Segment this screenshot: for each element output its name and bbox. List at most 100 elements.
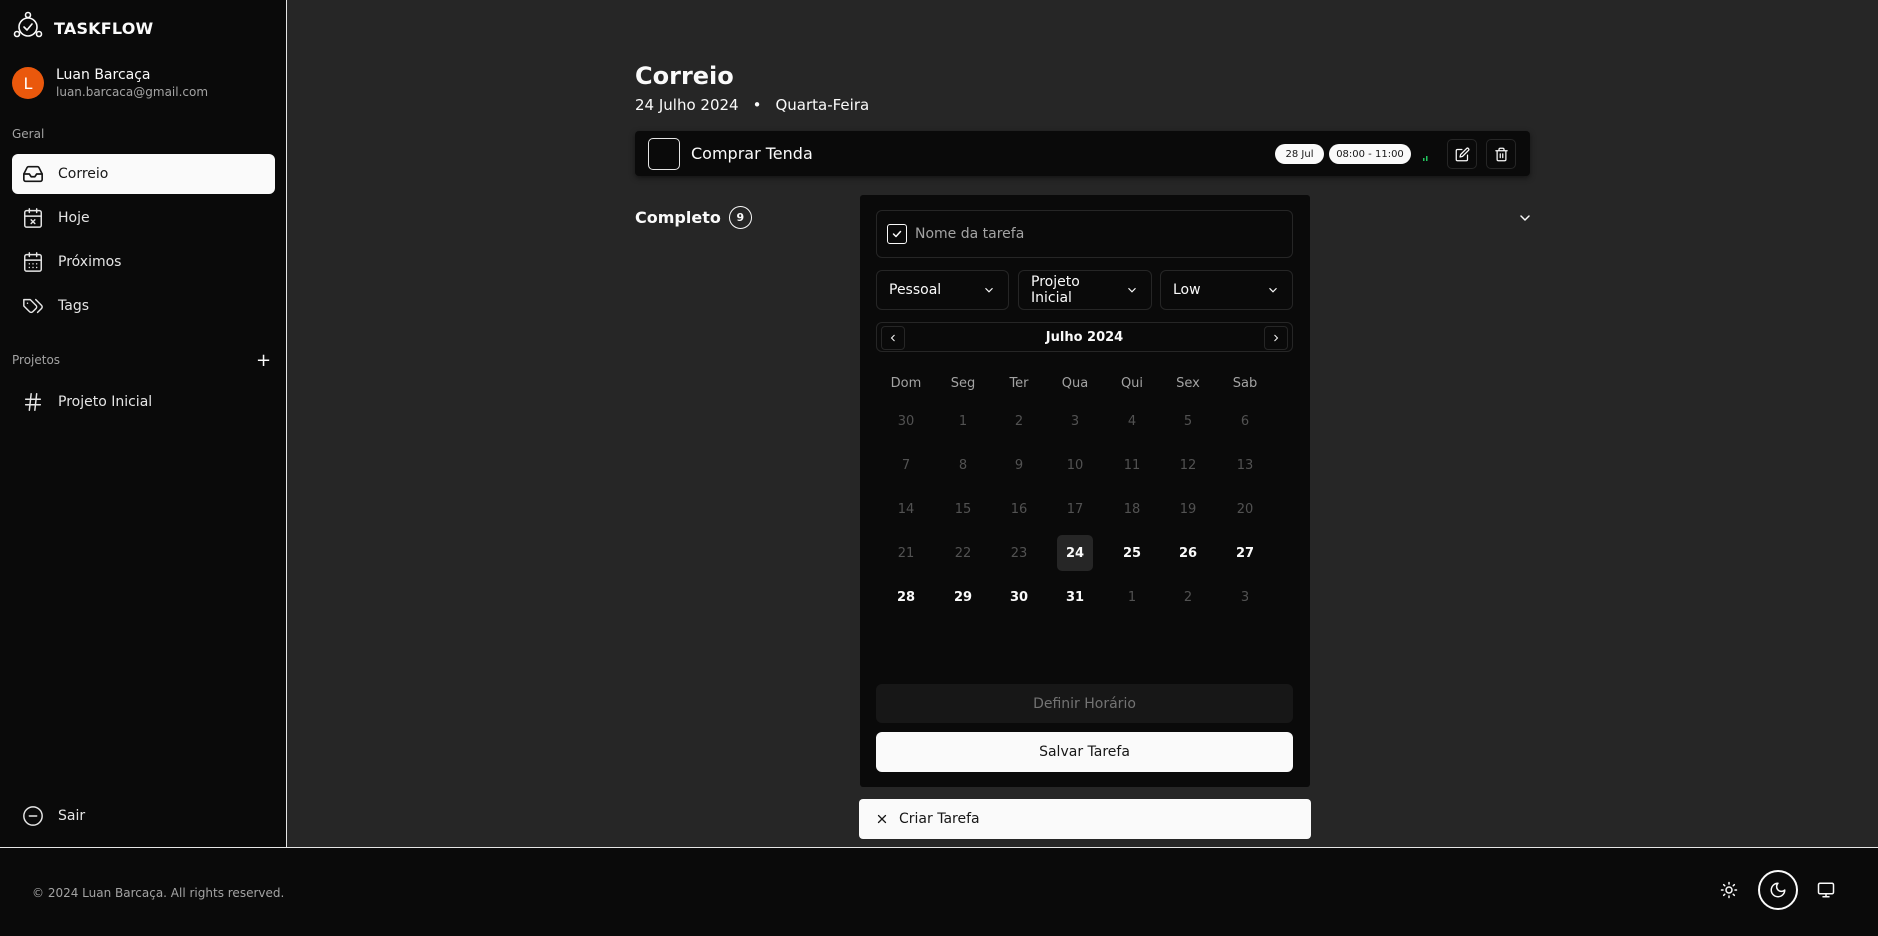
create-task-label: Criar Tarefa: [899, 811, 980, 827]
task-row[interactable]: Comprar Tenda 28 Jul 08:00 - 11:00: [635, 131, 1530, 176]
calendar-day: 1: [1127, 589, 1137, 605]
sidebar-item-tags[interactable]: Tags: [12, 286, 275, 326]
weekday-label: Dom: [890, 376, 922, 391]
avatar: L: [12, 67, 44, 99]
calendar-day[interactable]: 25: [1114, 535, 1150, 571]
save-task-button[interactable]: Salvar Tarefa: [876, 732, 1293, 772]
project-select[interactable]: Projeto Inicial: [1018, 270, 1152, 310]
completed-label: Completo: [635, 208, 721, 227]
checkbox-icon: [887, 224, 907, 244]
calendar-day: 2: [1183, 589, 1193, 605]
task-checkbox[interactable]: [648, 138, 680, 170]
date-separator: •: [752, 96, 762, 114]
weekday-label: Qui: [1120, 376, 1144, 391]
user-email: luan.barcaca@gmail.com: [56, 85, 209, 99]
calendar-day: 20: [1236, 501, 1254, 517]
calendar-day[interactable]: 31: [1057, 579, 1093, 615]
task-name: Comprar Tenda: [691, 144, 813, 163]
weekday-label: Ter: [1009, 376, 1029, 391]
system-theme-button[interactable]: [1806, 870, 1846, 910]
weekday-label: Seg: [950, 376, 976, 391]
sidebar: TASKFLOW L Luan Barcaça luan.barcaca@gma…: [0, 0, 287, 847]
calendar-day: 12: [1179, 457, 1197, 473]
calendar-month-title: Julho 2024: [1045, 330, 1124, 345]
task-name-placeholder: Nome da tarefa: [915, 226, 1025, 242]
calendar-day[interactable]: 28: [888, 579, 924, 615]
sun-icon: [1720, 881, 1738, 899]
weekday-label: Qua: [1061, 376, 1089, 391]
logout-button[interactable]: Sair: [12, 796, 275, 836]
calendar-day: 7: [901, 457, 911, 473]
chevron-right-icon: [1274, 334, 1279, 342]
category-select[interactable]: Pessoal: [876, 270, 1009, 310]
calendar-day: 5: [1183, 413, 1193, 429]
calendar-header: Julho 2024: [876, 322, 1293, 352]
sidebar-item-label: Projeto Inicial: [58, 394, 153, 410]
user-name: Luan Barcaça: [56, 67, 151, 83]
calendar-day: 14: [897, 501, 915, 517]
calendar-day: 6: [1240, 413, 1250, 429]
priority-signal-icon: [1423, 156, 1428, 161]
calendar-day: 18: [1123, 501, 1141, 517]
sidebar-item-hoje[interactable]: Hoje: [12, 198, 275, 238]
chevron-down-icon: [1128, 287, 1136, 293]
page-date: 24 Julho 2024 • Quarta-Feira: [635, 96, 869, 114]
calendar-x-icon: [24, 208, 42, 228]
create-task-popup: Nome da tarefa Pessoal Projeto Inicial L…: [860, 195, 1310, 787]
calendar-day[interactable]: 26: [1170, 535, 1206, 571]
date-text: 24 Julho 2024: [635, 96, 739, 114]
copyright-text: © 2024 Luan Barcaça. All rights reserved…: [32, 886, 285, 900]
footer: © 2024 Luan Barcaça. All rights reserved…: [0, 847, 1878, 936]
weekday-label: Sex: [1176, 376, 1200, 391]
calendar-day: 17: [1066, 501, 1084, 517]
weekday-text: Quarta-Feira: [775, 96, 870, 114]
light-theme-button[interactable]: [1709, 870, 1749, 910]
calendar-day: 11: [1123, 457, 1141, 473]
weekday-label: Sab: [1232, 376, 1258, 391]
calendar-day: 13: [1236, 457, 1254, 473]
calendar-day[interactable]: 27: [1227, 535, 1263, 571]
define-time-button[interactable]: Definir Horário: [876, 684, 1293, 723]
chevron-down-icon[interactable]: [1517, 210, 1533, 226]
calendar-day[interactable]: 30: [1001, 579, 1037, 615]
edit-task-button[interactable]: [1447, 139, 1477, 169]
calendar-day: 1: [958, 413, 968, 429]
calendar-day: 23: [1010, 545, 1028, 561]
completed-count-badge: 9: [728, 206, 752, 229]
hash-icon: [24, 393, 42, 411]
taskflow-logo-icon: [12, 10, 44, 46]
sidebar-item-proximos[interactable]: Próximos: [12, 242, 275, 282]
priority-select[interactable]: Low: [1160, 270, 1293, 310]
user-profile[interactable]: L Luan Barcaça luan.barcaca@gmail.com: [12, 67, 208, 99]
completed-section-header[interactable]: Completo 9: [635, 206, 752, 229]
project-value: Projeto Inicial: [1031, 274, 1080, 306]
calendar-days-icon: [24, 252, 42, 272]
tags-icon: [23, 298, 43, 314]
calendar-day: 19: [1179, 501, 1197, 517]
edit-icon: [1455, 147, 1469, 161]
category-value: Pessoal: [889, 282, 942, 298]
calendar-day: 10: [1066, 457, 1084, 473]
calendar-day: 16: [1010, 501, 1028, 517]
task-date-badge: 28 Jul: [1275, 144, 1324, 164]
app-root: TASKFLOW L Luan Barcaça luan.barcaca@gma…: [0, 0, 1878, 936]
sidebar-item-projeto-inicial[interactable]: Projeto Inicial: [12, 382, 275, 422]
calendar-day[interactable]: 24: [1057, 535, 1093, 571]
logout-label: Sair: [58, 808, 86, 824]
task-name-field[interactable]: Nome da tarefa: [876, 210, 1293, 258]
create-task-button[interactable]: Criar Tarefa: [859, 799, 1311, 839]
minus-circle-icon: [23, 806, 43, 826]
calendar-day: 22: [954, 545, 972, 561]
calendar-day: 3: [1240, 589, 1250, 605]
calendar-next-button[interactable]: [1264, 326, 1288, 350]
sidebar-item-label: Hoje: [58, 210, 90, 226]
calendar-day: 8: [958, 457, 968, 473]
brand[interactable]: TASKFLOW: [12, 10, 153, 46]
delete-task-button[interactable]: [1486, 139, 1516, 169]
calendar-day: 15: [954, 501, 972, 517]
task-time-badge: 08:00 - 11:00: [1329, 144, 1411, 164]
calendar-day[interactable]: 29: [945, 579, 981, 615]
add-project-button[interactable]: +: [256, 350, 271, 371]
dark-theme-button[interactable]: [1758, 870, 1798, 910]
sidebar-item-correio[interactable]: Correio: [12, 154, 275, 194]
